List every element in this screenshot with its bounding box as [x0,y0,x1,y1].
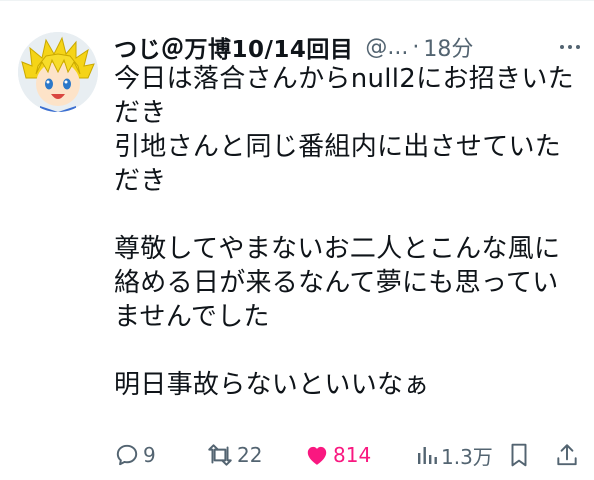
separator: · [412,34,420,60]
tweet-text-line [114,334,566,368]
retweet-count: 22 [237,443,263,467]
tweet-text-line [114,198,566,232]
timestamp[interactable]: 18分 [423,31,473,63]
retweet-button[interactable]: 22 [206,442,304,468]
tweet: つじ＠万博10/14回目 @... · 18分 今日は落合さんからnull2にお… [0,0,594,480]
tweet-text-line: 絡める日が来るなんて夢にも思ってい [114,268,559,298]
views-button[interactable]: 1.3万 [416,441,508,470]
share-icon [557,444,577,466]
tweet-text-line: 引地さんと同じ番組内に出させていた [114,132,562,162]
bookmark-button[interactable] [508,442,554,468]
views-icon [418,447,437,464]
like-count: 814 [333,443,372,467]
heart-icon [307,446,327,465]
tweet-header: つじ＠万博10/14回目 @... · 18分 [114,30,584,64]
avatar[interactable] [18,32,98,112]
tweet-text-line: 今日は落合さんからnull2にお招きいた [114,64,574,94]
view-count: 1.3万 [441,444,493,469]
bookmark-icon [511,443,527,467]
retweet-icon [208,444,232,466]
action-bar: 9 22 814 1.3万 [114,438,580,472]
handle[interactable]: @... [365,35,408,60]
share-button[interactable] [554,442,580,468]
reply-button[interactable]: 9 [114,442,206,468]
more-button[interactable] [556,33,584,61]
tweet-text-line: ませんでした [114,302,270,332]
divider [0,0,594,1]
more-icon [560,45,580,49]
like-button[interactable]: 814 [304,442,416,468]
tweet-text-line: だき [114,166,167,196]
reply-count: 9 [143,443,156,467]
reply-icon [116,444,138,466]
display-name[interactable]: つじ＠万博10/14回目 [114,30,353,64]
avatar-image [18,32,98,112]
tweet-text-line: 尊敬してやまないお二人とこんな風に [114,234,561,264]
tweet-text: 今日は落合さんからnull2にお招きいた だき 引地さんと同じ番組内に出させてい… [114,62,574,402]
tweet-text-line: 明日事故らないといいなぁ [114,370,430,400]
tweet-text-line: だき [114,98,167,128]
